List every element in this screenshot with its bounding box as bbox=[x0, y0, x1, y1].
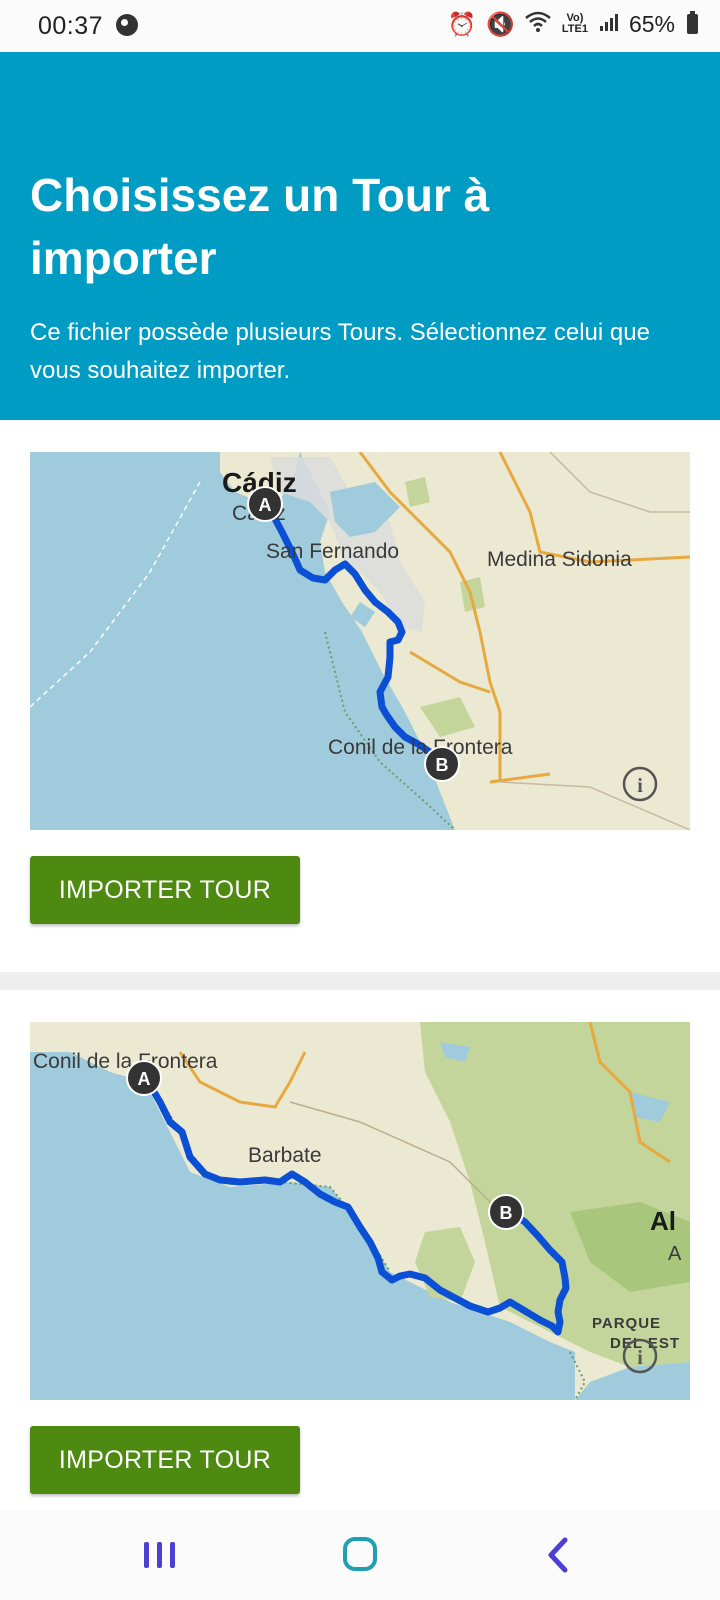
network-type: Vo) LTE1 bbox=[561, 12, 588, 35]
status-icons: ⏰ 🔇 Vo) LTE1 65% bbox=[448, 10, 698, 38]
alarm-icon: ⏰ bbox=[447, 10, 477, 37]
signal-icon bbox=[599, 11, 619, 38]
status-time: 00:37 bbox=[38, 12, 104, 40]
map-label-park-2: DEL EST bbox=[610, 1335, 680, 1352]
map-label-edge-city: Al bbox=[650, 1206, 676, 1236]
mute-icon: 🔇 bbox=[486, 10, 515, 37]
tour-map-2[interactable]: Conil de la Frontera Barbate Al A PARQUE… bbox=[30, 1022, 690, 1400]
wifi-icon bbox=[525, 10, 551, 38]
map-label-san-fernando: San Fernando bbox=[266, 540, 399, 563]
home-icon[interactable] bbox=[330, 1532, 390, 1578]
map-label-barbate: Barbate bbox=[248, 1144, 322, 1167]
map-label-conil: Conil de la Frontera bbox=[33, 1050, 218, 1073]
card-separator bbox=[0, 972, 720, 990]
recents-icon[interactable] bbox=[130, 1532, 190, 1578]
battery-percent: 65% bbox=[628, 10, 675, 37]
import-tour-button-1[interactable]: IMPORTER TOUR bbox=[30, 856, 300, 924]
marker-b-label: B bbox=[436, 755, 449, 775]
back-icon[interactable] bbox=[535, 1532, 595, 1578]
marker-b-label: B bbox=[500, 1203, 513, 1223]
status-bar: 00:37 ⏰ 🔇 Vo) LTE1 65% bbox=[0, 0, 720, 52]
svg-text:i: i bbox=[637, 1347, 643, 1369]
map-label-medina-sidonia: Medina Sidonia bbox=[487, 548, 632, 571]
battery-icon bbox=[687, 11, 698, 34]
route-start-marker: A bbox=[247, 486, 283, 522]
marker-a-label: A bbox=[138, 1069, 151, 1089]
marker-a-label: A bbox=[259, 495, 272, 515]
page-subtitle: Ce fichier possède plusieurs Tours. Séle… bbox=[30, 319, 650, 384]
map-label-edge-city-sub: A bbox=[668, 1243, 682, 1265]
system-nav-bar bbox=[0, 1510, 720, 1600]
header: Choisissez un Tour à importer Ce fichier… bbox=[0, 52, 720, 420]
svg-text:i: i bbox=[637, 775, 643, 797]
map-label-park-1: PARQUE bbox=[592, 1315, 661, 1332]
import-tour-button-2[interactable]: IMPORTER TOUR bbox=[30, 1426, 300, 1494]
route-start-marker: A bbox=[126, 1060, 162, 1096]
tour-map-1[interactable]: Cádiz Cádiz San Fernando Medina Sidonia … bbox=[30, 452, 690, 830]
notification-icon bbox=[116, 14, 138, 36]
route-end-marker: B bbox=[488, 1194, 524, 1230]
page-title: Choisissez un Tour à importer bbox=[30, 169, 490, 284]
map-label-conil: Conil de la Frontera bbox=[328, 736, 513, 759]
route-end-marker: B bbox=[424, 746, 460, 782]
